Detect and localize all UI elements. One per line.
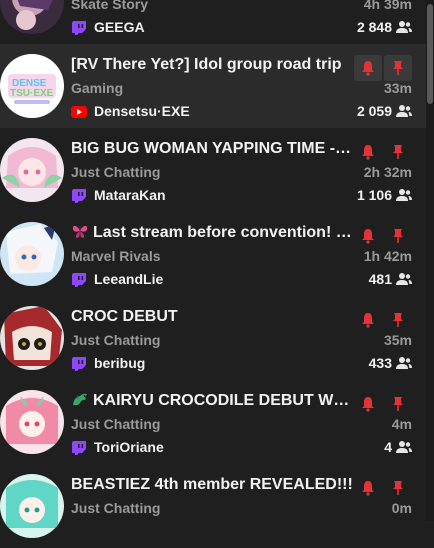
stream-duration: 4m <box>391 416 412 432</box>
stream-category[interactable]: Just Chatting <box>71 415 160 433</box>
bell-icon[interactable] <box>354 55 382 81</box>
stream-category[interactable]: Marvel Rivals <box>71 247 161 265</box>
stream-row[interactable]: BIG BUG WOMAN YAPPING TIME - !plushie Ju… <box>0 128 426 212</box>
avatar[interactable] <box>0 474 64 538</box>
dragon-icon <box>71 391 89 407</box>
stream-title[interactable]: BEASTIEZ 4th member REVEALED!!! <box>71 474 355 496</box>
avatar[interactable] <box>0 306 64 370</box>
stream-row[interactable]: BEASTIEZ 4th member REVEALED!!! Just Cha… <box>0 464 426 548</box>
bell-icon[interactable] <box>354 391 382 417</box>
viewer-count: 2 059 <box>356 103 392 119</box>
twitch-icon <box>71 189 87 203</box>
row-actions <box>354 475 412 501</box>
channel-name[interactable]: GEEGA <box>94 18 145 36</box>
viewers-icon <box>396 440 412 454</box>
channel-name[interactable]: MataraKan <box>94 186 166 204</box>
row-actions <box>354 391 412 417</box>
youtube-icon <box>71 105 87 119</box>
viewer-count: 4 <box>384 439 392 455</box>
stream-category[interactable]: Just Chatting <box>71 331 160 349</box>
stream-duration: 35m <box>383 332 412 348</box>
viewer-count: 1 106 <box>356 187 392 203</box>
viewers-icon <box>396 104 412 118</box>
twitch-icon <box>71 273 87 287</box>
channel-name[interactable]: LeeandLie <box>94 270 163 288</box>
stream-row[interactable]: CROC DEBUT Just Chatting 35m beribug 433 <box>0 296 426 380</box>
viewers-icon <box>396 272 412 286</box>
bell-icon[interactable] <box>354 475 382 501</box>
stream-duration: 33m <box>383 80 412 96</box>
stream-category[interactable]: Just Chatting <box>71 499 160 517</box>
stream-duration: 4h 39m <box>363 0 412 12</box>
stream-duration: 2h 32m <box>363 164 412 180</box>
avatar[interactable] <box>0 138 64 202</box>
viewers-icon <box>396 188 412 202</box>
channel-name[interactable]: ToriOriane <box>94 438 164 456</box>
stream-row[interactable]: Skate Story 4h 39m GEEGA 2 848 <box>0 0 426 44</box>
row-actions <box>354 307 412 333</box>
stream-list: Skate Story 4h 39m GEEGA 2 848 DENSE TSU·… <box>0 0 426 548</box>
pin-icon[interactable] <box>384 55 412 81</box>
row-actions <box>354 139 412 165</box>
twitch-icon <box>71 21 87 35</box>
stream-title[interactable]: CROC DEBUT <box>71 306 355 328</box>
channel-name[interactable]: Densetsu·EXE <box>94 102 190 120</box>
stream-row[interactable]: KAIRYU CROCODILE DEBUT WOO HOO Just Chat… <box>0 380 426 464</box>
viewer-count: 481 <box>368 271 392 287</box>
bell-icon[interactable] <box>354 223 382 249</box>
channel-name[interactable]: beribug <box>94 354 145 372</box>
stream-title[interactable]: Last stream before convention! !social <box>71 222 355 244</box>
viewer-count: 433 <box>368 355 392 371</box>
pin-icon[interactable] <box>384 391 412 417</box>
avatar[interactable] <box>0 222 64 286</box>
viewers-icon <box>396 356 412 370</box>
stream-title[interactable]: [RV There Yet?] Idol group road trip <box>71 54 353 76</box>
pin-icon[interactable] <box>384 307 412 333</box>
scrollbar[interactable] <box>426 0 434 521</box>
viewers-icon <box>396 20 412 34</box>
stream-row[interactable]: DENSE TSU·EXE [RV There Yet?] Idol group … <box>0 44 426 128</box>
pin-icon[interactable] <box>384 475 412 501</box>
viewer-count: 2 848 <box>356 19 392 35</box>
bell-icon[interactable] <box>354 139 382 165</box>
bell-icon[interactable] <box>354 307 382 333</box>
stream-category[interactable]: Gaming <box>71 79 123 97</box>
stream-title[interactable]: BIG BUG WOMAN YAPPING TIME - !plushie <box>71 138 355 160</box>
row-actions <box>354 55 412 81</box>
stream-category[interactable]: Skate Story <box>71 0 148 13</box>
butterfly-icon <box>71 223 89 239</box>
twitch-icon <box>71 441 87 455</box>
stream-duration: 0m <box>391 500 412 516</box>
stream-row[interactable]: Last stream before convention! !social M… <box>0 212 426 296</box>
stream-title[interactable]: KAIRYU CROCODILE DEBUT WOO HOO <box>71 390 355 412</box>
twitch-icon <box>71 357 87 371</box>
avatar[interactable] <box>0 390 64 454</box>
avatar[interactable]: DENSE TSU·EXE <box>0 54 64 118</box>
stream-category[interactable]: Just Chatting <box>71 163 160 181</box>
scrollbar-thumb[interactable] <box>427 4 433 104</box>
stream-duration: 1h 42m <box>363 248 412 264</box>
svg-text:TSU·EXE: TSU·EXE <box>10 88 54 99</box>
row-actions <box>354 223 412 249</box>
avatar[interactable] <box>0 0 64 34</box>
pin-icon[interactable] <box>384 223 412 249</box>
pin-icon[interactable] <box>384 139 412 165</box>
